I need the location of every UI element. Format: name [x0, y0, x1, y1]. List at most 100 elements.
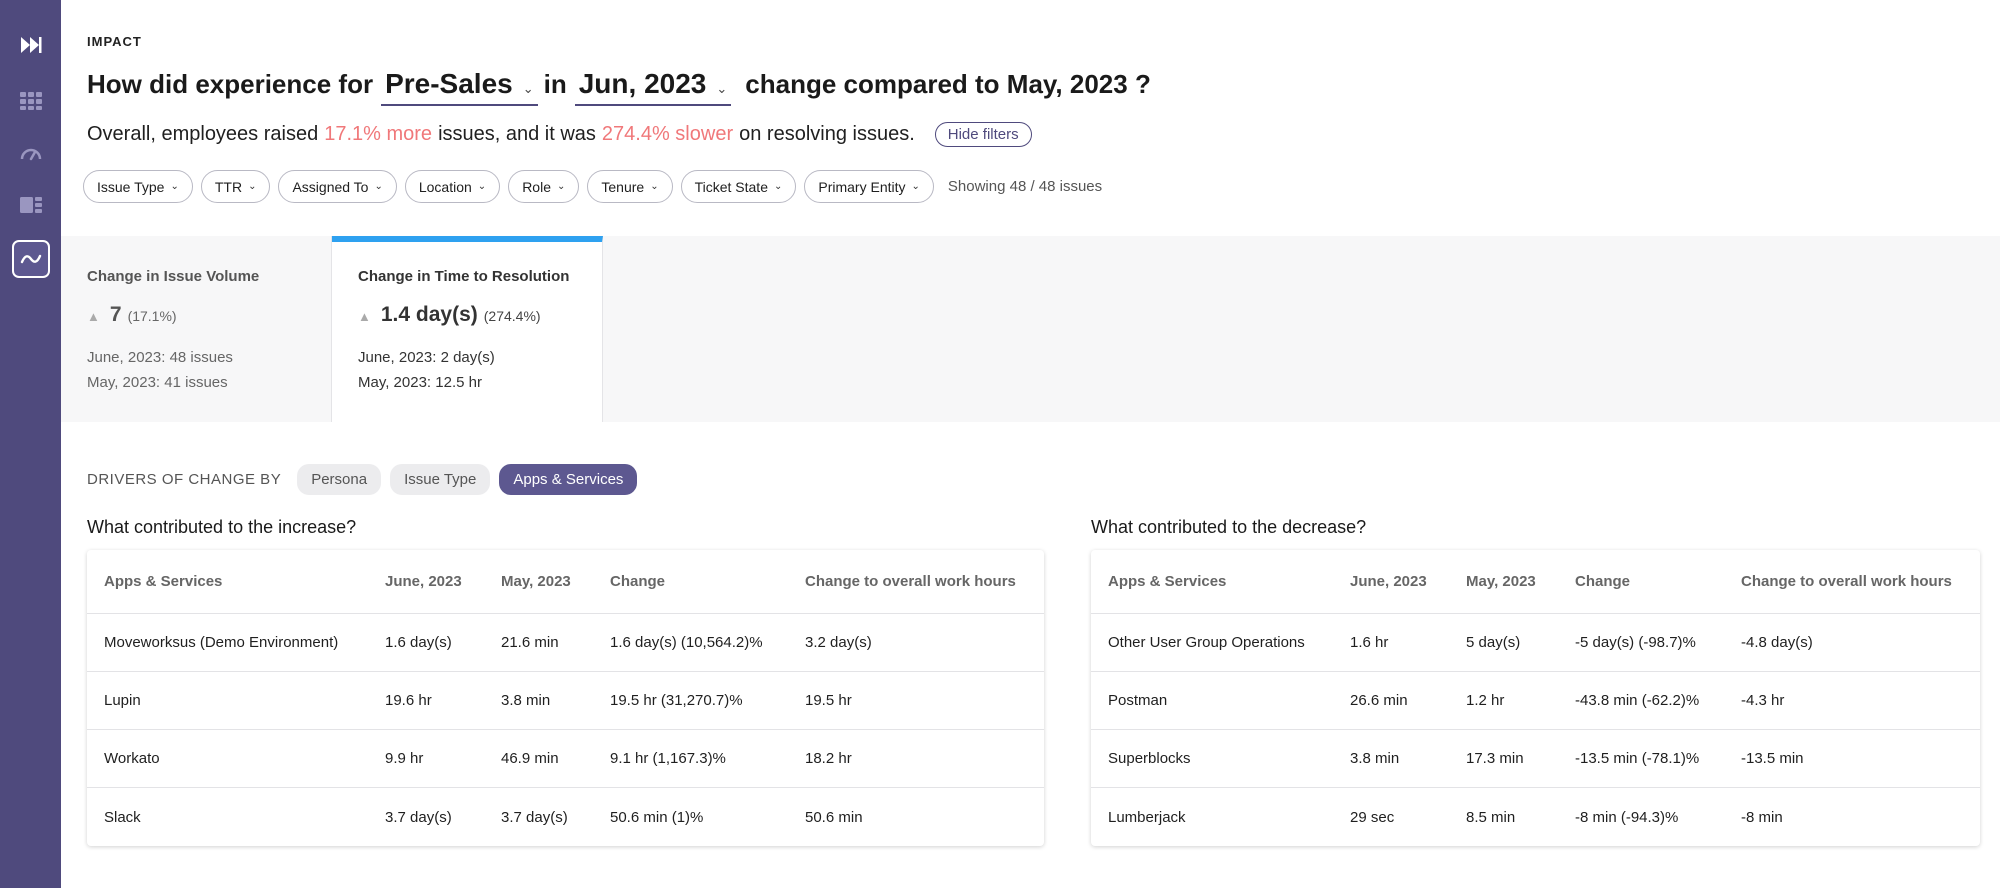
sidebar [0, 0, 61, 888]
driver-option-apps-services[interactable]: Apps & Services [499, 464, 638, 495]
cell-work-hours: 19.5 hr [805, 692, 852, 709]
table-row[interactable]: Other User Group Operations 1.6 hr 5 day… [1091, 614, 1980, 672]
table-row[interactable]: Superblocks 3.8 min 17.3 min -13.5 min (… [1091, 730, 1980, 788]
cell-app: Superblocks [1108, 750, 1191, 767]
filter-tenure[interactable]: Tenure ⌄ [587, 170, 673, 203]
dashboard-icon [20, 197, 42, 213]
chevron-down-icon: ⌄ [716, 81, 728, 96]
driver-option-issue-type[interactable]: Issue Type [390, 464, 491, 495]
filter-primary-entity[interactable]: Primary Entity ⌄ [804, 170, 934, 203]
kpi-previous: May, 2023: 41 issues [87, 374, 228, 391]
filter-issue-type[interactable]: Issue Type ⌄ [83, 170, 193, 203]
cell-work-hours: -4.3 hr [1741, 692, 1785, 709]
summary-part2: issues, and it was [438, 123, 596, 145]
column-header[interactable]: May, 2023 [501, 550, 571, 613]
filter-bar: Issue Type ⌄ TTR ⌄ Assigned To ⌄ Location ⌄ … [83, 170, 1102, 203]
cell-previous: 21.6 min [501, 634, 559, 651]
drivers-label: DRIVERS OF CHANGE BY [87, 471, 282, 488]
cell-change: -13.5 min (-78.1)% [1575, 750, 1700, 767]
table-row[interactable]: Lupin 19.6 hr 3.8 min 19.5 hr (31,270.7)… [87, 672, 1044, 730]
chevron-down-icon: ⌄ [522, 81, 534, 96]
grid-icon [20, 92, 42, 110]
cell-change: 50.6 min (1)% [610, 808, 704, 826]
kpi-current: June, 2023: 48 issues [87, 349, 233, 366]
driver-option-persona[interactable]: Persona [297, 464, 382, 495]
table-row[interactable]: Postman 26.6 min 1.2 hr -43.8 min (-62.2… [1091, 672, 1980, 730]
title-suffix: change compared to May, 2023 ? [745, 69, 1151, 99]
table-header: Apps & Services June, 2023 May, 2023 Cha… [1091, 550, 1980, 614]
column-header[interactable]: Change to overall work hours [805, 550, 1016, 613]
cell-work-hours: 18.2 hr [805, 750, 852, 767]
cell-work-hours: -13.5 min [1741, 750, 1804, 767]
kpi-band: Change in Issue Volume ▲ 7 (17.1%) June,… [61, 236, 2000, 422]
column-header[interactable]: June, 2023 [1350, 550, 1427, 613]
persona-select-value: Pre-Sales [385, 68, 513, 99]
cell-current: 19.6 hr [385, 692, 432, 709]
cell-work-hours: 3.2 day(s) [805, 634, 872, 651]
time-change-highlight: 274.4% slower [601, 123, 734, 145]
sidebar-item-performance[interactable] [12, 134, 50, 172]
fast-forward-icon [21, 37, 42, 53]
table-row[interactable]: Lumberjack 29 sec 8.5 min -8 min (-94.3)… [1091, 788, 1980, 846]
increase-title: What contributed to the increase? [87, 517, 357, 537]
cell-change: -43.8 min (-62.2)% [1575, 692, 1700, 709]
sidebar-item-dashboard[interactable] [12, 186, 50, 224]
cell-current: 1.6 day(s) [385, 634, 452, 651]
cell-current: 3.8 min [1350, 750, 1400, 767]
cell-current: 26.6 min [1350, 692, 1408, 709]
kpi-title: Change in Time to Resolution [358, 268, 570, 285]
kpi-card-time-to-resolution[interactable]: Change in Time to Resolution ▲ 1.4 day(s… [332, 236, 603, 422]
table-row[interactable]: Slack 3.7 day(s) 3.7 day(s) 50.6 min (1)… [87, 788, 1044, 846]
hide-filters-button[interactable]: Hide filters [934, 122, 1032, 147]
month-select-value: Jun, 2023 [578, 68, 707, 99]
kpi-previous: May, 2023: 12.5 hr [358, 374, 482, 391]
column-header[interactable]: June, 2023 [385, 550, 462, 613]
sidebar-item-impact[interactable] [12, 240, 50, 278]
cell-previous: 8.5 min [1466, 808, 1516, 826]
month-select[interactable]: Jun, 2023 ⌄ [574, 68, 732, 106]
summary-text: Overall, employees raised 17.1% more iss… [87, 122, 1032, 147]
filter-label: Role [522, 178, 551, 195]
column-header[interactable]: Apps & Services [1108, 550, 1226, 613]
kpi-value: 1.4 day(s) [380, 303, 478, 326]
kpi-percent: (274.4%) [483, 308, 541, 324]
sidebar-item-grid[interactable] [12, 82, 50, 120]
filter-role[interactable]: Role ⌄ [508, 170, 580, 203]
cell-previous: 3.8 min [501, 692, 551, 709]
cell-app: Slack [104, 808, 141, 826]
kpi-card-issue-volume[interactable]: Change in Issue Volume ▲ 7 (17.1%) June,… [61, 236, 332, 422]
cell-work-hours: -4.8 day(s) [1741, 634, 1813, 651]
cell-app: Other User Group Operations [1108, 634, 1305, 651]
increase-table: Apps & Services June, 2023 May, 2023 Cha… [87, 550, 1044, 846]
filter-label: Issue Type [97, 178, 165, 195]
decrease-table: Apps & Services June, 2023 May, 2023 Cha… [1091, 550, 1980, 846]
column-header[interactable]: Change [1575, 550, 1630, 613]
column-header[interactable]: Change [610, 550, 665, 613]
issue-count: Showing 48 / 48 issues [947, 178, 1103, 195]
filter-ttr[interactable]: TTR ⌄ [200, 170, 271, 203]
persona-select[interactable]: Pre-Sales ⌄ [381, 68, 538, 106]
gauge-icon [20, 148, 42, 161]
filter-ticket-state[interactable]: Ticket State ⌄ [680, 170, 797, 203]
sidebar-item-home[interactable] [12, 26, 50, 64]
chevron-down-icon: ⌄ [556, 181, 566, 192]
cell-app: Moveworksus (Demo Environment) [104, 634, 339, 651]
filter-assigned-to[interactable]: Assigned To ⌄ [278, 170, 397, 203]
cell-app: Lumberjack [1108, 808, 1186, 826]
filter-label: Assigned To [292, 178, 369, 195]
chevron-down-icon: ⌄ [773, 181, 783, 192]
cell-change: 1.6 day(s) (10,564.2)% [610, 634, 763, 651]
cell-current: 29 sec [1350, 808, 1395, 826]
filter-label: TTR [214, 178, 243, 195]
cell-current: 3.7 day(s) [385, 808, 452, 826]
cell-app: Postman [1108, 692, 1168, 709]
table-row[interactable]: Workato 9.9 hr 46.9 min 9.1 hr (1,167.3)… [87, 730, 1044, 788]
decrease-title: What contributed to the decrease? [1091, 517, 1367, 537]
table-row[interactable]: Moveworksus (Demo Environment) 1.6 day(s… [87, 614, 1044, 672]
volume-change-highlight: 17.1% more [324, 123, 433, 145]
column-header[interactable]: May, 2023 [1466, 550, 1536, 613]
cell-change: -8 min (-94.3)% [1575, 808, 1679, 826]
column-header[interactable]: Change to overall work hours [1741, 550, 1952, 613]
filter-location[interactable]: Location ⌄ [404, 170, 501, 203]
column-header[interactable]: Apps & Services [104, 550, 222, 613]
